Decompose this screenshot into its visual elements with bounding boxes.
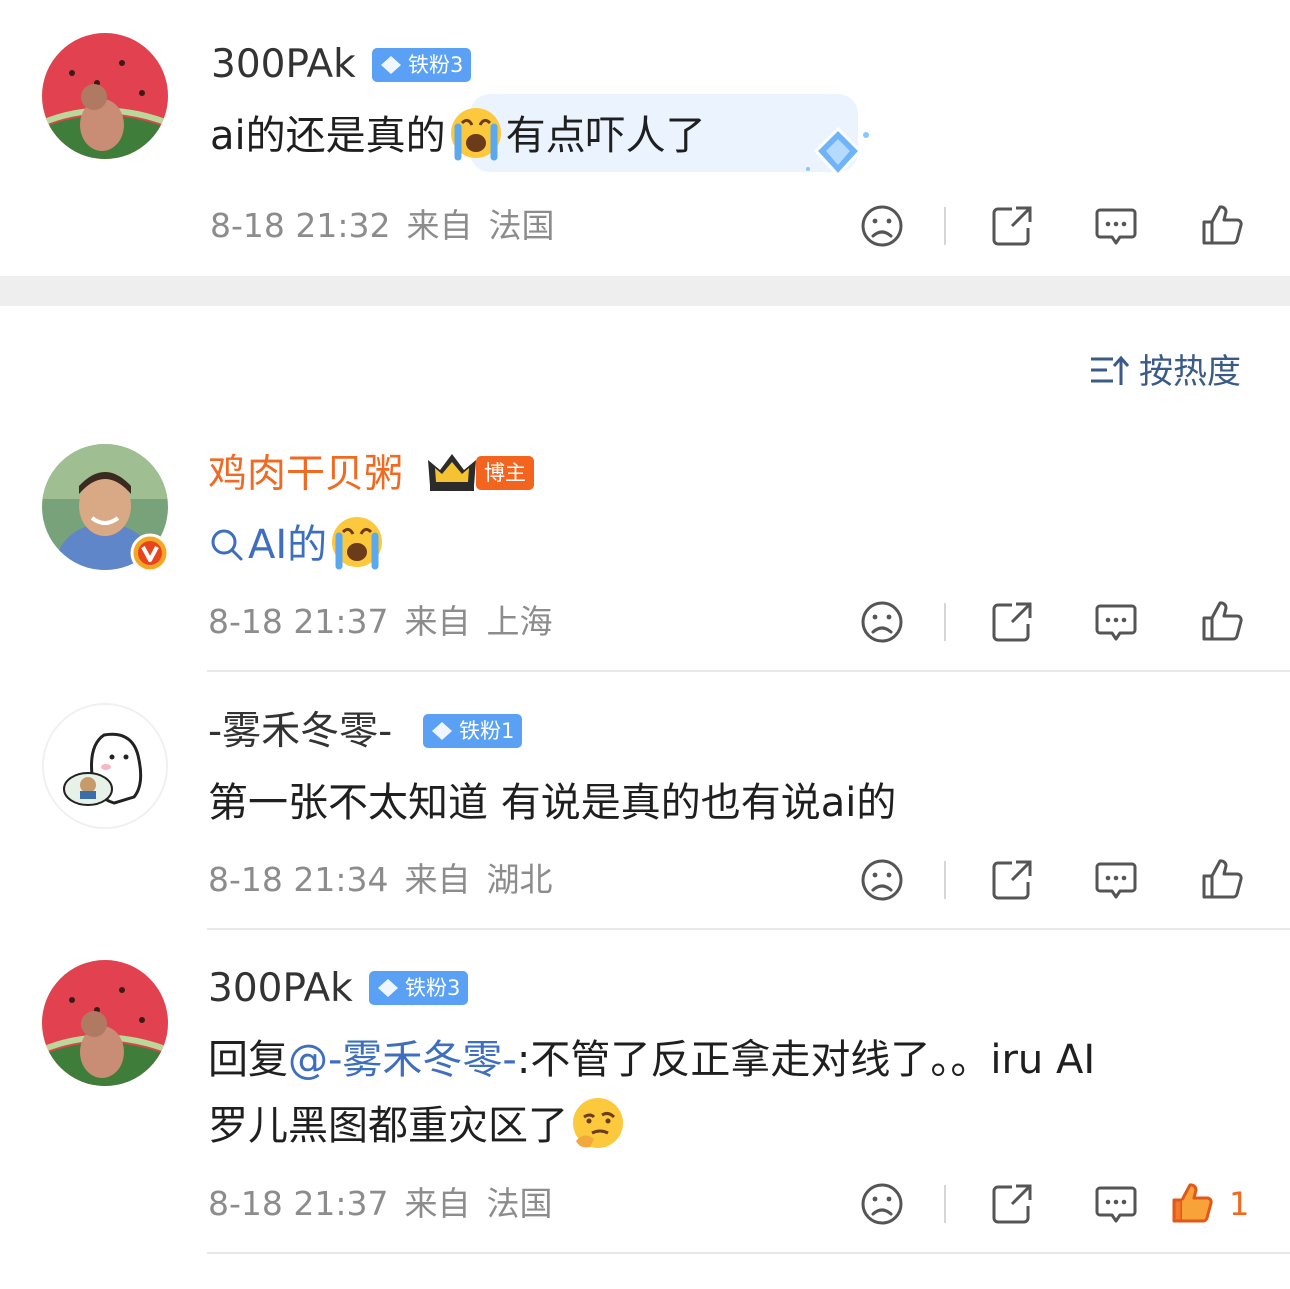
location: 上海 xyxy=(486,602,553,641)
mention-link[interactable]: @-雾禾冬零- xyxy=(288,1037,517,1083)
comment-text-line-1: 回复@-雾禾冬零-:不管了反正拿走对线了。。iru AI xyxy=(208,1037,1096,1083)
comment-icon[interactable] xyxy=(1094,204,1138,248)
thinking-face-emoji xyxy=(570,1095,626,1151)
sort-icon xyxy=(1091,355,1129,385)
action-separator xyxy=(944,1185,946,1223)
diamond-icon xyxy=(381,56,401,74)
sad-face-icon[interactable] xyxy=(860,1182,904,1226)
crying-face-emoji xyxy=(329,514,385,570)
crown-icon xyxy=(428,454,476,491)
avatar[interactable] xyxy=(42,960,168,1086)
username[interactable]: 300PAk xyxy=(208,966,353,1012)
avatar[interactable] xyxy=(42,703,168,829)
divider xyxy=(207,928,1290,930)
username[interactable]: 鸡肉干贝粥 xyxy=(208,452,403,498)
badge-label: 铁粉3 xyxy=(405,976,461,1000)
badge-label: 铁粉1 xyxy=(459,719,515,743)
sad-face-icon[interactable] xyxy=(860,600,904,644)
username[interactable]: -雾禾冬零- xyxy=(208,709,392,755)
search-link[interactable]: AI的 xyxy=(210,522,327,568)
verified-icon xyxy=(130,533,170,573)
comment-icon[interactable] xyxy=(1094,1182,1138,1226)
sad-face-icon[interactable] xyxy=(860,858,904,902)
comment-text: AI的 xyxy=(210,512,387,578)
action-separator xyxy=(944,603,946,641)
share-icon[interactable] xyxy=(990,1182,1034,1226)
comment-text-line-2: 罗儿黑图都重灾区了 xyxy=(208,1093,628,1159)
timestamp: 8-18 21:32 xyxy=(210,206,391,245)
comment-icon[interactable] xyxy=(1094,858,1138,902)
reply-prefix: 回复 xyxy=(208,1037,288,1083)
comment-meta: 8-18 21:37 来自 法国 xyxy=(208,1184,553,1224)
fan-badge[interactable]: 铁粉3 xyxy=(369,971,469,1005)
comment-meta: 8-18 21:37 来自 上海 xyxy=(208,602,553,642)
thumbs-up-icon[interactable] xyxy=(1200,857,1244,901)
from-label: 来自 xyxy=(404,602,471,641)
comment-meta: 8-18 21:32 来自 法国 xyxy=(210,206,555,246)
fan-badge[interactable]: 铁粉3 xyxy=(372,48,472,82)
timestamp: 8-18 21:34 xyxy=(208,860,389,899)
location: 法国 xyxy=(486,1184,553,1223)
like-count: 1 xyxy=(1229,1185,1250,1223)
from-label: 来自 xyxy=(404,860,471,899)
divider xyxy=(207,1252,1290,1254)
comment-meta: 8-18 21:34 来自 湖北 xyxy=(208,860,553,900)
sad-face-icon[interactable] xyxy=(860,204,904,248)
fan-badge[interactable]: 铁粉1 xyxy=(423,714,523,748)
share-icon[interactable] xyxy=(990,600,1034,644)
location: 法国 xyxy=(488,206,555,245)
diamond-decoration-icon xyxy=(806,126,869,178)
from-label: 来自 xyxy=(404,1184,471,1223)
divider xyxy=(207,670,1290,672)
search-icon xyxy=(211,529,243,561)
section-separator xyxy=(0,276,1290,306)
sort-label: 按热度 xyxy=(1139,352,1241,392)
share-icon[interactable] xyxy=(990,204,1034,248)
host-badge: 博主 xyxy=(476,456,534,490)
comment-text: ai的还是真的 有点吓人了 xyxy=(210,103,706,169)
badge-label: 铁粉3 xyxy=(408,53,464,77)
action-separator xyxy=(944,207,946,245)
timestamp: 8-18 21:37 xyxy=(208,602,389,641)
thumbs-up-icon[interactable] xyxy=(1170,1181,1214,1225)
thumbs-up-icon[interactable] xyxy=(1200,599,1244,643)
timestamp: 8-18 21:37 xyxy=(208,1184,389,1223)
from-label: 来自 xyxy=(406,206,473,245)
diamond-icon xyxy=(432,722,452,740)
share-icon[interactable] xyxy=(990,858,1034,902)
comment-icon[interactable] xyxy=(1094,600,1138,644)
diamond-icon xyxy=(378,979,398,997)
avatar[interactable] xyxy=(42,33,168,159)
thumbs-up-icon[interactable] xyxy=(1200,203,1244,247)
sort-toggle[interactable]: 按热度 xyxy=(1089,352,1241,392)
comment-text: 第一张不太知道 有说是真的也有说ai的 xyxy=(208,780,897,826)
crying-face-emoji xyxy=(448,105,504,161)
action-separator xyxy=(944,861,946,899)
location: 湖北 xyxy=(486,860,553,899)
username[interactable]: 300PAk xyxy=(211,42,356,88)
